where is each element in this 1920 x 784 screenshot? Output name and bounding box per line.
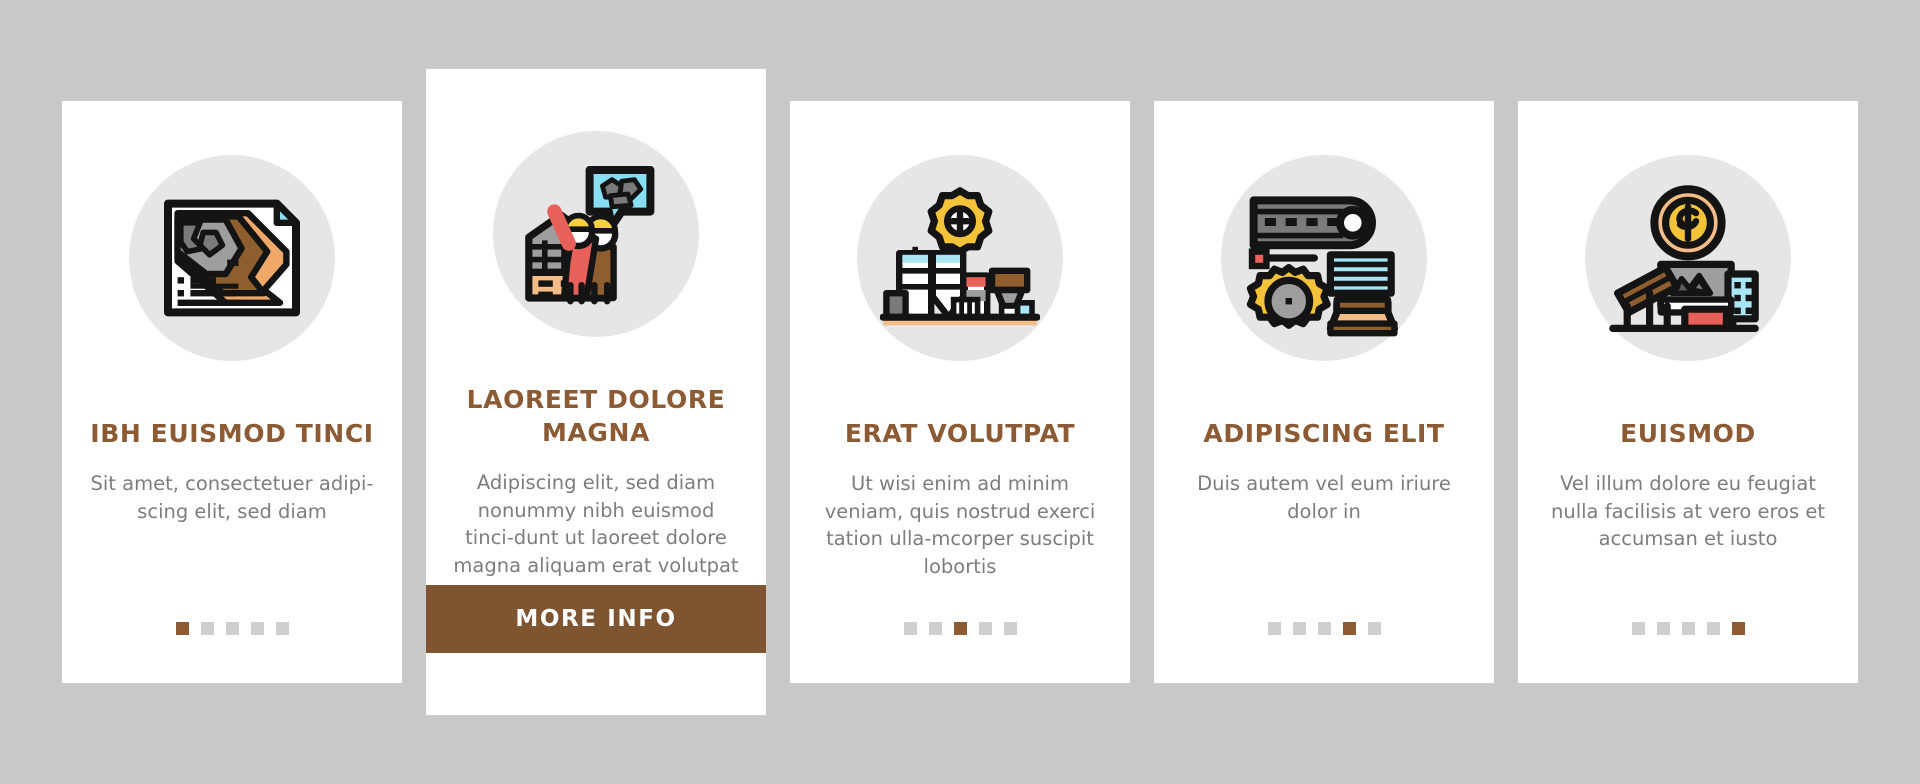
pagination-dot-2[interactable] <box>928 622 942 635</box>
card-title: ERAT VOLUTPAT <box>844 419 1076 448</box>
card-title: IBH EUISMOD TINCI <box>90 419 374 448</box>
geological-map-icon <box>129 155 335 361</box>
onboarding-card-5[interactable]: EUISMOD Vel illum dolore eu feugiat null… <box>1518 101 1858 683</box>
pagination-dot-4[interactable] <box>1342 622 1356 635</box>
pagination-dot-1[interactable] <box>903 622 917 635</box>
card-list: IBH EUISMOD TINCI Sit amet, consectetuer… <box>0 0 1920 784</box>
pagination-dot-4[interactable] <box>250 622 264 635</box>
card-title: LAOREET DOLORE MAGNA <box>466 385 726 447</box>
pagination-dot-2[interactable] <box>200 622 214 635</box>
ore-conveyor-profit-icon <box>1585 155 1791 361</box>
onboarding-card-1[interactable]: IBH EUISMOD TINCI Sit amet, consectetuer… <box>62 101 402 683</box>
pagination-dot-2[interactable] <box>1292 622 1306 635</box>
card-description: Adipiscing elit, sed diam nonummy nibh e… <box>453 471 739 578</box>
pagination-dot-1[interactable] <box>1267 622 1281 635</box>
pagination-dots[interactable] <box>903 622 1017 635</box>
pagination-dot-3[interactable] <box>1317 622 1331 635</box>
pagination-dot-3[interactable] <box>1681 622 1695 635</box>
onboarding-card-3[interactable]: ERAT VOLUTPAT Ut wisi enim ad minim veni… <box>790 101 1130 683</box>
pagination-dot-5[interactable] <box>1731 622 1745 635</box>
pagination-dot-5[interactable] <box>1003 622 1017 635</box>
onboarding-screens-board: IBH EUISMOD TINCI Sit amet, consectetuer… <box>0 0 1920 784</box>
card-description: Ut wisi enim ad minim veniam, quis nostr… <box>824 472 1096 579</box>
pagination-dots[interactable] <box>175 622 289 635</box>
mining-equipment-icon <box>1221 155 1427 361</box>
card-title: EUISMOD <box>1620 419 1756 448</box>
pagination-dot-3[interactable] <box>225 622 239 635</box>
card-description: Vel illum dolore eu feugiat nulla facili… <box>1551 472 1825 551</box>
onboarding-card-4[interactable]: ADIPISCING ELIT Duis autem vel eum iriur… <box>1154 101 1494 683</box>
mine-workers-icon <box>493 131 699 337</box>
pagination-dot-1[interactable] <box>175 622 189 635</box>
processing-plant-icon <box>857 155 1063 361</box>
more-info-button[interactable]: MORE INFO <box>426 585 766 653</box>
pagination-dot-5[interactable] <box>275 622 289 635</box>
onboarding-card-2[interactable]: LAOREET DOLORE MAGNA Adipiscing elit, se… <box>426 69 766 715</box>
card-title: ADIPISCING ELIT <box>1203 419 1445 448</box>
card-description: Sit amet, consectetuer adipi-scing elit,… <box>90 472 374 523</box>
pagination-dot-3[interactable] <box>953 622 967 635</box>
pagination-dots[interactable] <box>1267 622 1381 635</box>
pagination-dot-2[interactable] <box>1656 622 1670 635</box>
pagination-dots[interactable] <box>1631 622 1745 635</box>
card-description: Duis autem vel eum iriure dolor in <box>1197 472 1451 523</box>
pagination-dot-1[interactable] <box>1631 622 1645 635</box>
pagination-dot-5[interactable] <box>1367 622 1381 635</box>
pagination-dot-4[interactable] <box>978 622 992 635</box>
pagination-dot-4[interactable] <box>1706 622 1720 635</box>
